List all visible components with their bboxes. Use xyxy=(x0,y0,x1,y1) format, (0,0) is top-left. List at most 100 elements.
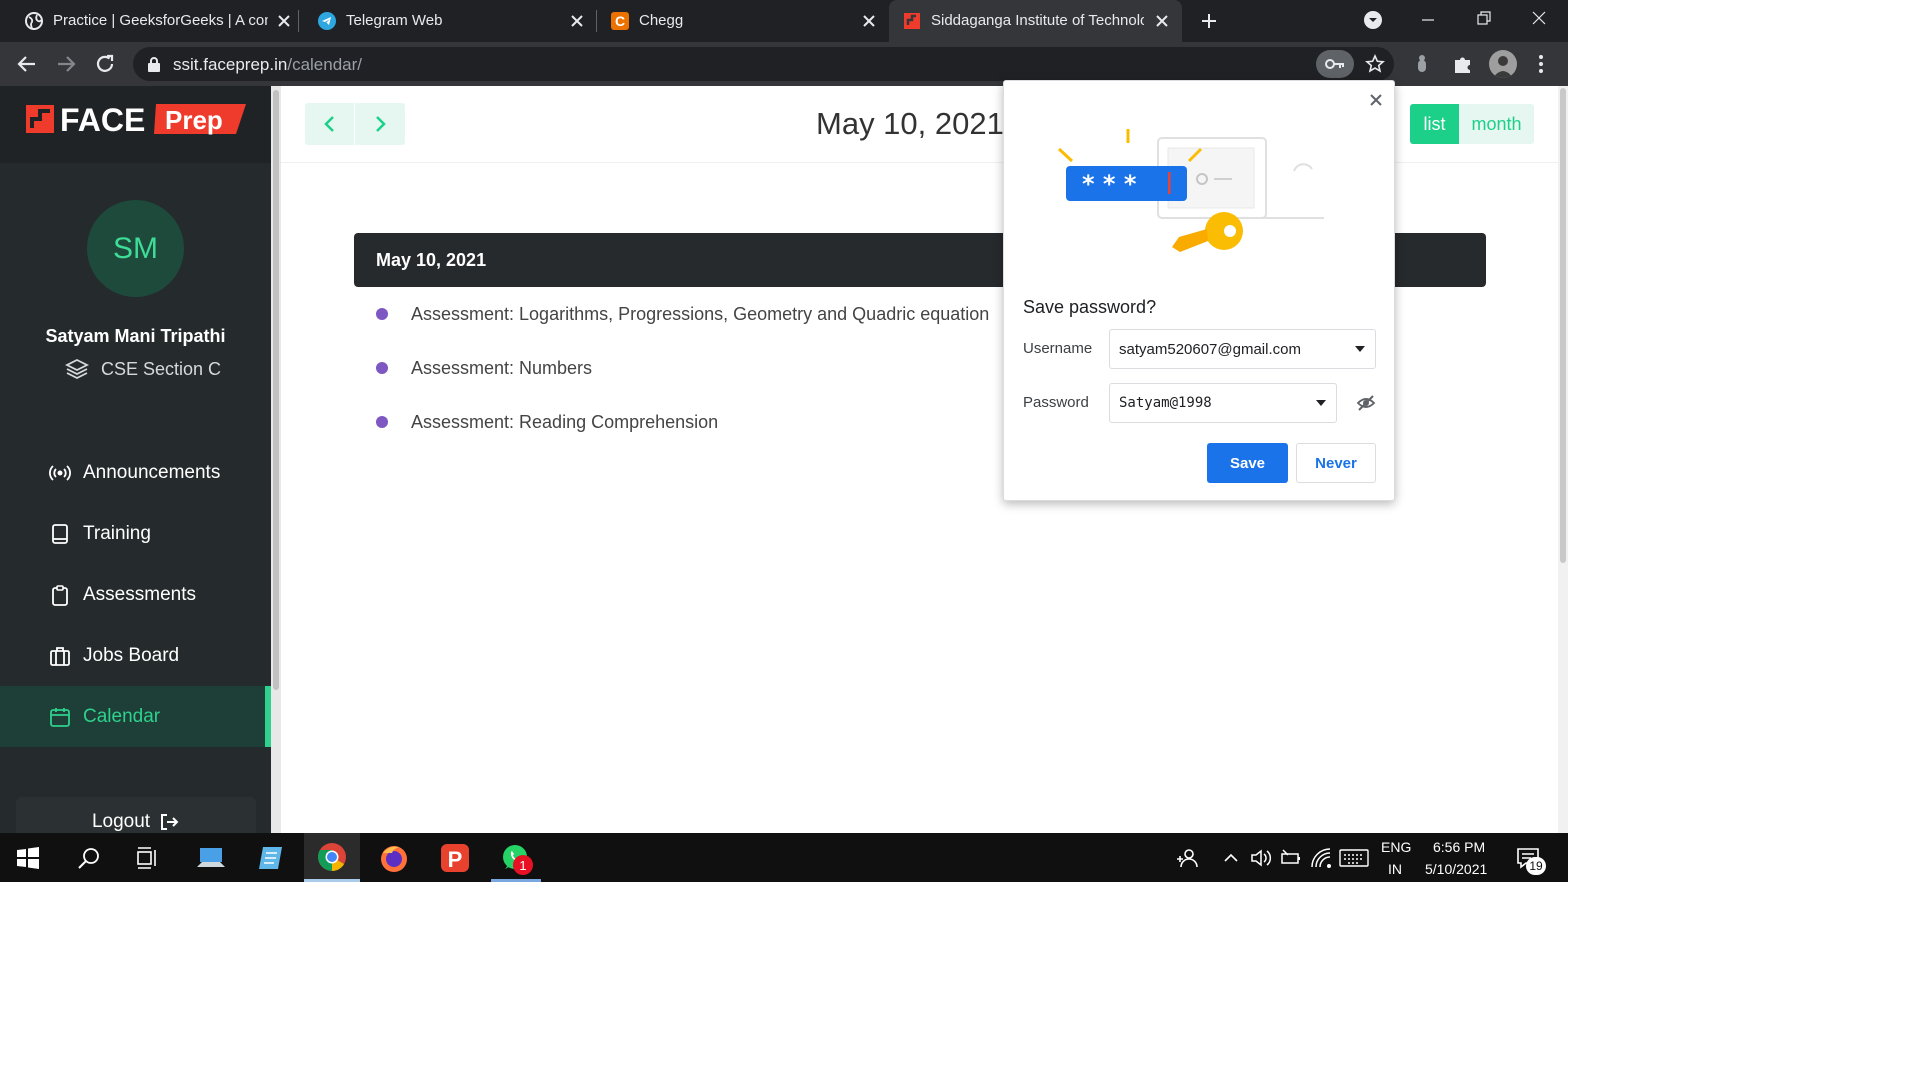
sidebar-item-label: Assessments xyxy=(83,583,196,605)
sidebar-item-label: Training xyxy=(83,522,151,544)
faceprep-logo[interactable]: FACE Prep xyxy=(24,102,246,136)
layers-icon xyxy=(65,358,89,380)
whatsapp-badge: 1 xyxy=(513,855,533,875)
people-icon[interactable] xyxy=(1176,847,1198,869)
clock-time[interactable]: 6:56 PM xyxy=(1433,839,1485,855)
chegg-icon: C xyxy=(611,12,629,30)
list-view-button[interactable]: list xyxy=(1410,104,1459,144)
minimize-icon[interactable] xyxy=(1420,12,1436,28)
search-icon[interactable] xyxy=(77,846,101,870)
forward-arrow-icon[interactable] xyxy=(54,52,78,76)
book-icon xyxy=(52,523,68,544)
username-select[interactable]: satyam520607@gmail.com xyxy=(1109,329,1376,369)
sidebar-scrollbar-thumb[interactable] xyxy=(273,90,279,690)
firefox-icon[interactable] xyxy=(379,843,409,873)
tab-search-icon[interactable] xyxy=(1363,10,1383,30)
address-bar[interactable]: ssit.faceprep.in/calendar/ xyxy=(133,47,1394,81)
profile-avatar[interactable] xyxy=(1489,50,1517,78)
sidebar-item-calendar[interactable]: Calendar xyxy=(0,686,271,747)
windows-start-icon[interactable] xyxy=(16,846,40,870)
close-tab-icon[interactable] xyxy=(275,12,293,30)
sidebar: FACE Prep SM Satyam Mani Tripathi CSE Se… xyxy=(0,86,271,833)
close-dialog-icon[interactable] xyxy=(1367,91,1385,109)
battery-icon[interactable] xyxy=(1280,847,1302,869)
language-primary[interactable]: ENG xyxy=(1381,839,1411,855)
reload-icon[interactable] xyxy=(93,52,117,76)
tab-geeksforgeeks[interactable]: Practice | GeeksforGeeks | A comp xyxy=(0,0,298,42)
url-text[interactable]: ssit.faceprep.in/calendar/ xyxy=(173,55,362,75)
keyboard-icon[interactable] xyxy=(1339,847,1369,869)
notepad-icon[interactable] xyxy=(256,843,286,873)
username-label: Username xyxy=(1023,340,1093,357)
dropdown-arrow-icon xyxy=(1316,400,1326,406)
task-view-icon[interactable] xyxy=(135,846,159,870)
wifi-icon[interactable] xyxy=(1310,847,1332,869)
close-tab-icon[interactable] xyxy=(1153,12,1171,30)
password-key-button[interactable] xyxy=(1316,50,1354,78)
sidebar-item-jobs-board[interactable]: Jobs Board xyxy=(0,625,271,686)
event-item[interactable]: Assessment: Numbers xyxy=(376,353,592,383)
tab-chegg[interactable]: C Chegg xyxy=(596,0,888,42)
tab-telegram[interactable]: Telegram Web xyxy=(298,0,596,42)
main-scrollbar[interactable] xyxy=(1558,86,1568,833)
close-tab-icon[interactable] xyxy=(860,12,878,30)
clock-date[interactable]: 5/10/2021 xyxy=(1425,861,1487,877)
sidebar-item-training[interactable]: Training xyxy=(0,503,271,564)
logout-label: Logout xyxy=(91,811,151,832)
restore-icon[interactable] xyxy=(1476,10,1492,26)
bookmark-star-icon[interactable] xyxy=(1365,54,1385,74)
tab-title: Siddaganga Institute of Technolo xyxy=(931,12,1144,29)
next-button[interactable] xyxy=(355,103,404,145)
user-section: CSE Section C xyxy=(65,358,221,380)
language-secondary[interactable]: IN xyxy=(1388,861,1402,877)
svg-text:C: C xyxy=(615,13,625,29)
chevron-left-icon xyxy=(323,116,334,132)
window-close-icon[interactable] xyxy=(1531,10,1547,26)
chevron-right-icon xyxy=(375,116,386,132)
windows-taskbar: P 1 ENG IN 6:56 PM 5/10/2021 19 xyxy=(0,833,1568,882)
save-password-button[interactable]: Save xyxy=(1207,443,1288,483)
chrome-taskbar-button[interactable] xyxy=(304,833,360,879)
calendar-title: May 10, 2021 xyxy=(816,106,1004,141)
eye-off-icon[interactable] xyxy=(1356,393,1376,413)
event-title: Assessment: Numbers xyxy=(411,357,593,378)
briefcase-icon xyxy=(50,646,70,666)
globe-icon xyxy=(25,12,43,30)
sidebar-item-announcements[interactable]: Announcements xyxy=(0,442,271,503)
tab-title: Chegg xyxy=(639,12,684,29)
event-item[interactable]: Assessment: Logarithms, Progressions, Ge… xyxy=(376,299,989,329)
svg-text:P: P xyxy=(448,847,463,872)
calendar-icon xyxy=(50,707,70,727)
tab-siddaganga[interactable]: Siddaganga Institute of Technolo xyxy=(889,0,1182,42)
never-button[interactable]: Never xyxy=(1296,443,1376,483)
close-tab-icon[interactable] xyxy=(568,12,586,30)
main-scrollbar-thumb[interactable] xyxy=(1560,88,1566,563)
new-tab-icon[interactable] xyxy=(1199,11,1219,31)
view-toggle: list month xyxy=(1410,104,1534,144)
menu-kebab-icon[interactable] xyxy=(1533,53,1549,75)
profile-person-icon xyxy=(1493,56,1513,78)
broadcast-icon xyxy=(49,464,71,481)
sidebar-item-label: Calendar xyxy=(83,705,161,727)
chevron-up-icon[interactable] xyxy=(1222,849,1240,867)
extension-icon[interactable] xyxy=(1415,54,1429,74)
back-arrow-icon[interactable] xyxy=(15,52,39,76)
this-pc-icon[interactable] xyxy=(196,843,226,873)
prev-button[interactable] xyxy=(305,103,354,145)
puzzle-icon[interactable] xyxy=(1452,53,1474,75)
user-section-label: CSE Section C xyxy=(101,358,222,379)
password-select[interactable]: Satyam@1998 xyxy=(1109,383,1337,423)
sidebar-item-assessments[interactable]: Assessments xyxy=(0,564,271,625)
notification-count-badge: 19 xyxy=(1526,857,1546,875)
logout-button[interactable]: Logout xyxy=(16,797,256,833)
lock-icon[interactable] xyxy=(147,56,161,72)
volume-icon[interactable] xyxy=(1250,847,1272,869)
month-view-button[interactable]: month xyxy=(1459,104,1534,144)
event-dot xyxy=(376,308,388,320)
pixellab-app-icon[interactable]: P xyxy=(440,843,470,873)
browser-tab-strip: Practice | GeeksforGeeks | A comp Telegr… xyxy=(0,0,1568,42)
sidebar-scrollbar[interactable] xyxy=(271,86,281,833)
logout-icon xyxy=(161,814,179,830)
event-item[interactable]: Assessment: Reading Comprehension xyxy=(376,407,718,437)
clipboard-icon xyxy=(52,584,68,606)
